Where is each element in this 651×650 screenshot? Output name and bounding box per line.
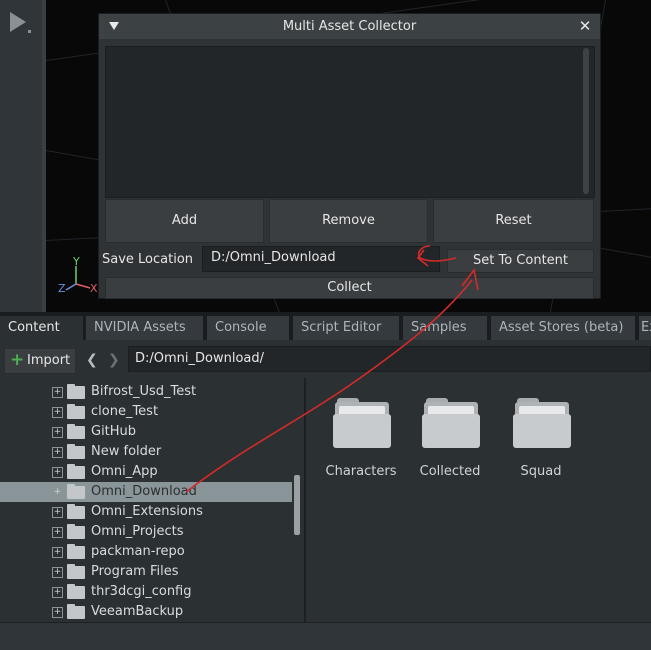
tree-item[interactable]: + clone_Test	[0, 402, 292, 422]
axis-label-x: X	[90, 282, 98, 295]
grid-item-label: Collected	[419, 464, 481, 479]
asset-list-scrollbar[interactable]	[583, 48, 589, 194]
folder-icon	[67, 464, 85, 479]
tree-item[interactable]: + Omni_Extensions	[0, 502, 292, 522]
folder-icon	[333, 398, 391, 448]
folder-grid: Characters Collected Squad	[306, 378, 651, 622]
tree-item[interactable]: + GitHub	[0, 422, 292, 442]
reset-button[interactable]: Reset	[433, 199, 594, 243]
window-title: Multi Asset Collector	[282, 19, 417, 34]
save-location-input[interactable]: D:/Omni_Download	[202, 246, 440, 272]
play-icon[interactable]	[10, 12, 26, 32]
tab-content[interactable]: Content	[0, 316, 83, 340]
import-button[interactable]: + Import	[4, 348, 76, 374]
expand-plus-icon[interactable]: +	[52, 487, 63, 498]
add-button[interactable]: Add	[105, 199, 264, 243]
tree-item-label: Bifrost_Usd_Test	[91, 384, 197, 399]
grid-item-label: Squad	[520, 464, 562, 479]
expand-plus-icon[interactable]: +	[52, 527, 63, 538]
expand-plus-icon[interactable]: +	[52, 567, 63, 578]
axis-label-y: Y	[73, 255, 80, 268]
folder-icon	[67, 444, 85, 459]
tree-item-selected[interactable]: + Omni_Download	[0, 482, 292, 502]
tree-item[interactable]: + packman-repo	[0, 542, 292, 562]
close-icon[interactable]: ✕	[577, 17, 593, 35]
grid-item-label: Characters	[325, 464, 397, 479]
tree-item-label: Omni_Projects	[91, 524, 184, 539]
grid-item-squad[interactable]: Squad	[501, 378, 581, 479]
expand-plus-icon[interactable]: +	[52, 427, 63, 438]
status-bar	[0, 622, 651, 650]
collect-button[interactable]: Collect	[105, 277, 594, 299]
tree-item[interactable]: + Omni_App	[0, 462, 292, 482]
grid-item-characters[interactable]: Characters	[321, 378, 401, 479]
left-toolbar	[0, 0, 42, 312]
expand-plus-icon[interactable]: +	[52, 467, 63, 478]
folder-icon	[67, 584, 85, 599]
tree-item[interactable]: + Program Files	[0, 562, 292, 582]
tree-item[interactable]: + Omni_Projects	[0, 522, 292, 542]
expand-plus-icon[interactable]: +	[52, 407, 63, 418]
tree-item-label: clone_Test	[91, 404, 159, 419]
expand-plus-icon[interactable]: +	[52, 607, 63, 618]
folder-tree: + Bifrost_Usd_Test + clone_Test + GitHub…	[0, 378, 304, 622]
tree-item[interactable]: + New folder	[0, 442, 292, 462]
folder-icon	[67, 544, 85, 559]
play-options-dot-icon	[28, 30, 31, 33]
expand-plus-icon[interactable]: +	[52, 587, 63, 598]
tree-item-label: Omni_App	[91, 464, 158, 479]
expand-plus-icon[interactable]: +	[52, 387, 63, 398]
axis-label-z: Z	[58, 282, 66, 295]
forward-arrow-icon[interactable]: ❯	[108, 352, 120, 368]
tree-item-label: VeeamBackup	[91, 604, 184, 619]
tree-item-label: packman-repo	[91, 544, 185, 559]
expand-plus-icon[interactable]: +	[52, 547, 63, 558]
folder-icon	[67, 404, 85, 419]
plus-icon: +	[10, 350, 25, 370]
tab-overflow[interactable]: Ex	[639, 316, 651, 340]
folder-icon	[67, 504, 85, 519]
tree-item[interactable]: + thr3dcgi_config	[0, 582, 292, 602]
tree-item-label: thr3dcgi_config	[91, 584, 192, 599]
set-to-content-button[interactable]: Set To Content	[447, 249, 594, 273]
tab-nvidia-assets[interactable]: NVIDIA Assets	[86, 316, 203, 340]
folder-icon	[67, 524, 85, 539]
tree-item[interactable]: + Bifrost_Usd_Test	[0, 382, 292, 402]
folder-icon	[513, 398, 571, 448]
folder-icon	[67, 564, 85, 579]
window-titlebar[interactable]: Multi Asset Collector ✕	[99, 14, 600, 39]
folder-icon	[67, 384, 85, 399]
asset-list[interactable]	[105, 46, 595, 198]
folder-icon	[67, 604, 85, 619]
folder-icon	[67, 484, 85, 499]
tab-asset-stores[interactable]: Asset Stores (beta)	[491, 316, 635, 340]
tree-item-label: Omni_Download	[91, 484, 197, 499]
folder-icon	[67, 424, 85, 439]
tab-samples[interactable]: Samples	[403, 316, 487, 340]
expand-plus-icon[interactable]: +	[52, 447, 63, 458]
back-arrow-icon[interactable]: ❮	[86, 352, 98, 368]
grid-item-collected[interactable]: Collected	[410, 378, 490, 479]
tree-scrollbar[interactable]	[294, 475, 300, 535]
tree-item-label: GitHub	[91, 424, 137, 439]
tree-item[interactable]: + VeeamBackup	[0, 602, 292, 622]
multi-asset-collector-window: Multi Asset Collector ✕ Add Remove Reset…	[98, 13, 601, 299]
remove-button[interactable]: Remove	[269, 199, 428, 243]
path-bar[interactable]: D:/Omni_Download/	[128, 346, 651, 372]
tree-item-label: Program Files	[91, 564, 179, 579]
tree-item-label: Omni_Extensions	[91, 504, 203, 519]
tab-console[interactable]: Console	[207, 316, 289, 340]
folder-icon	[422, 398, 480, 448]
expand-plus-icon[interactable]: +	[52, 507, 63, 518]
tree-item-label: New folder	[91, 444, 162, 459]
save-location-label: Save Location	[102, 252, 194, 267]
tab-script-editor[interactable]: Script Editor	[293, 316, 399, 340]
import-label: Import	[27, 353, 71, 368]
